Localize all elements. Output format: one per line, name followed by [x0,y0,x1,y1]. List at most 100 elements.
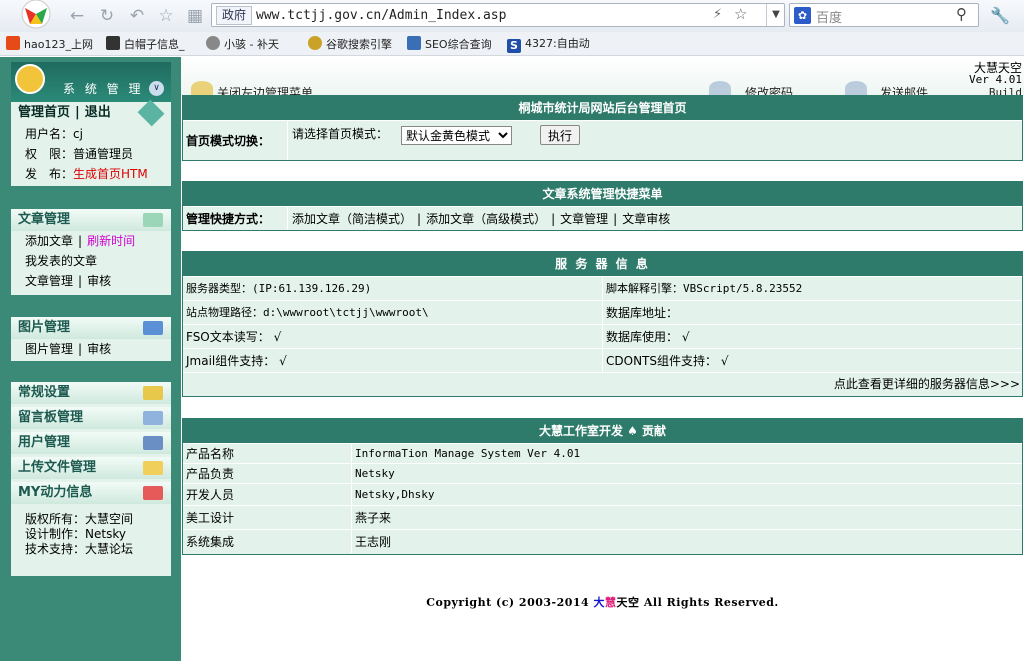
menu-my-info[interactable]: MY动力信息 [11,482,171,504]
bookmark-butian[interactable]: 小骇 - 补天 [206,36,279,52]
article-manage-link[interactable]: 文章管理 [25,274,73,288]
google-icon [308,36,322,50]
perm-row: 权 限：普通管理员 [25,147,134,161]
refresh-time-link[interactable]: 刷新时间 [87,234,135,248]
gear-icon [206,36,220,50]
hat-icon [106,36,120,50]
wrench-icon[interactable]: 🔧 [990,6,1010,25]
site-path: 站点物理路径：d:\wwwroot\tctjj\wwwroot\ [186,306,429,319]
cdonts-check: √ [720,354,729,368]
send-mail-link[interactable]: 发送邮件 [880,84,928,95]
fso-label: FSO文本读写： [186,330,270,344]
publish-row: 发 布：生成首页HTM [25,167,148,181]
image-panel-title[interactable]: 图片管理 [11,317,171,339]
url-gov-tag: 政府 [216,6,253,25]
logout-link[interactable]: 退出 [85,105,111,120]
add-article-advanced-link[interactable]: 添加文章（高级模式） [426,212,546,226]
credits-box: 大慧工作室开发 ♠ 贡献 产品名称 InformaTion Manage Sys… [182,418,1023,555]
close-menu-icon [191,81,213,95]
brand-version: Ver 4.01 [969,73,1022,86]
bolt-icon[interactable]: ⚡ [713,7,722,22]
shortcut-title: 文章系统管理快捷菜单 [183,182,1022,206]
article-manage-shortcut[interactable]: 文章管理 [560,212,608,226]
settings-icon [143,386,163,400]
user-panel: 管理首页 | 退出 用户名：cj 权 限：普通管理员 发 布：生成首页HTM [11,99,171,186]
table-row: 产品负责 Netsky [183,463,1022,483]
db-use-label: 数据库使用： [606,330,679,344]
home-mode-prompt: 请选择首页模式： [292,127,389,141]
browser-toolbar: ← ↻ ↶ ☆ ▦ 政府 www.tctjj.gov.cn/Admin_Inde… [0,0,1024,32]
favorite-icon[interactable]: ☆ [155,5,177,27]
main-content: 关闭左边管理菜单 修改密码 发送邮件 大慧天空 Ver 4.01 Build 桐… [181,57,1024,661]
menu-users[interactable]: 用户管理 [11,432,171,454]
shortcut-label: 管理快捷方式： [186,212,271,226]
bookmark-star-icon[interactable]: ☆ [734,5,747,23]
system-header: 系 统 管 理 ∨ [11,62,171,102]
hao123-icon [6,36,20,50]
table-row: 系统集成 王志刚 [183,529,1022,553]
image-audit-link[interactable]: 审核 [87,342,111,356]
article-panel: 文章管理 添加文章 | 刷新时间 我发表的文章 文章管理 | 审核 [11,209,171,295]
home-link[interactable]: 管理首页 [18,105,70,120]
publish-html-link[interactable]: 生成首页HTM [73,167,148,181]
bookmark-baimaozi[interactable]: 白帽子信息_ [106,36,185,52]
add-article-link[interactable]: 添加文章 [25,234,73,248]
seo-icon [407,36,421,50]
image-icon [143,321,163,335]
image-manage-link[interactable]: 图片管理 [25,342,73,356]
server-info-title: 服 务 器 信 息 [183,252,1022,276]
table-row: 美工设计 燕子来 [183,505,1022,529]
exec-button[interactable]: 执行 [540,125,580,145]
table-row: 开发人员 Netsky,Dhsky [183,483,1022,505]
url-text[interactable]: www.tctjj.gov.cn/Admin_Index.asp [256,8,506,23]
search-box[interactable]: ✿ 百度 ⚲ [789,3,979,27]
menu-uploads[interactable]: 上传文件管理 [11,457,171,479]
folder-icon [143,461,163,475]
address-bar[interactable]: 政府 www.tctjj.gov.cn/Admin_Index.asp ⚡ ☆ … [211,3,785,27]
menu-guestbook[interactable]: 留言板管理 [11,407,171,429]
refresh-icon[interactable]: ↻ [96,5,118,27]
shortcut-box: 文章系统管理快捷菜单 管理快捷方式： 添加文章（简洁模式） | 添加文章（高级模式）… [182,181,1023,231]
bookmark-4327[interactable]: S 4327:自由动 [507,36,590,53]
bookmark-google[interactable]: 谷歌搜索引擎 [308,36,392,52]
bookmark-seo[interactable]: SEO综合查询 [407,36,492,52]
home-mode-box: 桐城市统计局网站后台管理首页 首页模式切换： 请选择首页模式： 默认金黄色模式 … [182,95,1023,161]
article-panel-title[interactable]: 文章管理 [11,209,171,231]
menu-panel: 常规设置 留言板管理 用户管理 上传文件管理 MY动力信息 版权所有：大慧空间 … [11,382,171,576]
db-use-check: √ [681,330,690,344]
browser-logo-icon[interactable] [10,0,62,32]
apps-icon[interactable]: ▦ [184,5,206,27]
search-input[interactable]: 百度 [816,7,842,26]
undo-icon[interactable]: ↶ [126,5,148,27]
my-articles-link[interactable]: 我发表的文章 [25,254,97,268]
system-title: 系 统 管 理 [63,82,144,96]
article-audit-shortcut[interactable]: 文章审核 [622,212,670,226]
article-audit-link[interactable]: 审核 [87,274,111,288]
bookmark-hao123[interactable]: hao123_上网 [6,36,93,52]
user-row: 用户名：cj [25,127,83,141]
fso-check: √ [273,330,282,344]
collapse-icon[interactable]: ∨ [149,81,164,96]
add-article-simple-link[interactable]: 添加文章（简洁模式） [292,212,412,226]
url-dropdown-icon[interactable]: ▼ [766,4,785,26]
menu-general[interactable]: 常规设置 [11,382,171,404]
info-icon [143,486,163,500]
back-icon[interactable]: ← [66,5,88,27]
server-details-link[interactable]: 点此查看更详细的服务器信息>>> [834,377,1020,391]
system-logo-icon [15,64,45,94]
users-icon [143,436,163,450]
baidu-paw-icon: ✿ [794,7,811,24]
home-mode-select[interactable]: 默认金黄色模式 [401,126,512,145]
footer-copyright: Copyright (c) 2003-2014 大慧天空 All Rights … [426,596,779,609]
db-address: 数据库地址： [602,301,1024,324]
top-nav: 关闭左边管理菜单 修改密码 发送邮件 大慧天空 Ver 4.01 Build [181,57,1024,95]
close-menu-link[interactable]: 关闭左边管理菜单 [217,84,313,95]
article-icon [143,213,163,227]
change-password-link[interactable]: 修改密码 [745,84,793,95]
search-icon[interactable]: ⚲ [956,5,967,23]
s-icon: S [507,39,521,53]
bookmarks-bar: hao123_上网 白帽子信息_ 小骇 - 补天 谷歌搜索引擎 SEO综合查询 … [0,32,1024,56]
jmail-check: √ [279,354,287,368]
cdonts-label: CDONTS组件支持： [606,354,717,368]
home-mode-label: 首页模式切换： [186,134,271,148]
